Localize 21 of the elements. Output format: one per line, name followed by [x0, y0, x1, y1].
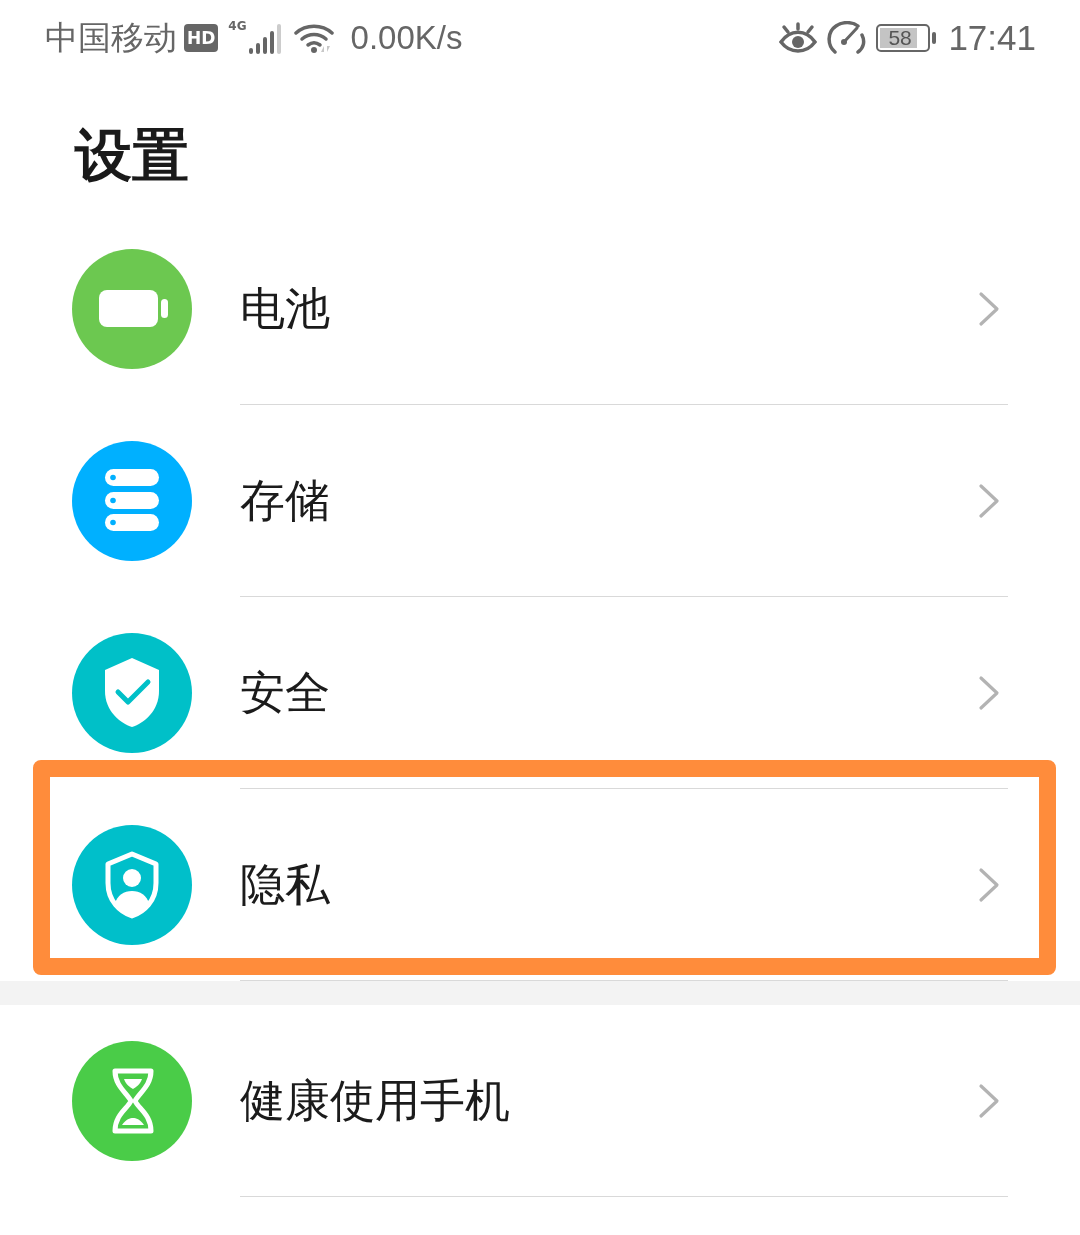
chevron-right-icon: [978, 866, 1000, 903]
settings-item-label[interactable]: 健康使用手机: [240, 1073, 510, 1128]
settings-item-label[interactable]: 存储: [240, 473, 330, 528]
chevron-right-icon: [978, 482, 1000, 519]
page-title: 设置: [75, 126, 189, 185]
chevron-right-icon: [978, 290, 1000, 327]
chevron-right-icon: [978, 1082, 1000, 1119]
clock-time: 17:41: [948, 18, 1036, 58]
network-type: 4G: [228, 20, 247, 33]
battery-percent: 58: [888, 28, 912, 48]
settings-item-label[interactable]: 隐私: [240, 857, 330, 912]
wifi-icon: [293, 23, 334, 53]
hd-badge: HD: [184, 24, 219, 52]
network-speed: 0.00K/s: [350, 18, 463, 58]
chevron-right-icon: [978, 674, 1000, 711]
carrier-name: 中国移动: [45, 18, 177, 58]
signal-icon: [247, 24, 282, 54]
speedometer-icon: [826, 21, 867, 55]
settings-item-label[interactable]: 安全: [240, 665, 330, 720]
settings-item-label[interactable]: 电池: [240, 281, 330, 336]
eye-icon: [778, 22, 819, 54]
